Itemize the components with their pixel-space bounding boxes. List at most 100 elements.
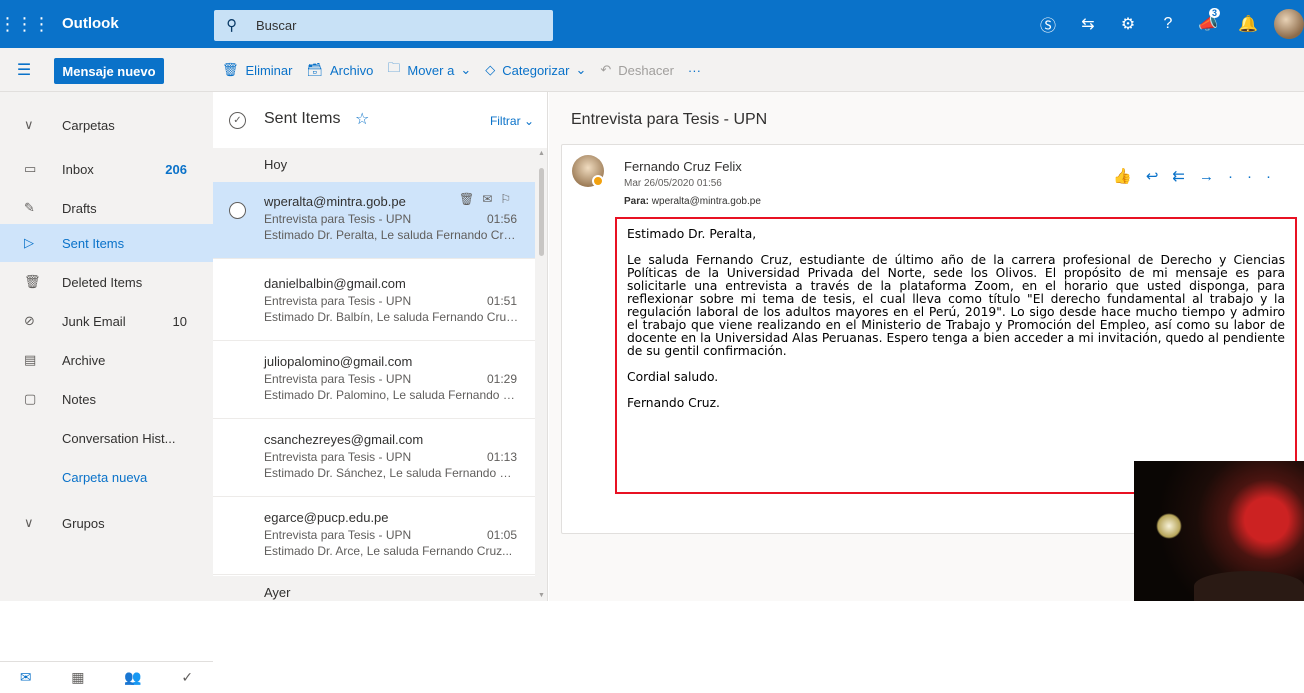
recipient-line: Para: wperalta@mintra.gob.pe [624,196,761,207]
group-header-today[interactable]: Hoy [213,148,535,182]
sidebar-item-drafts[interactable]: ✎ Drafts [0,189,213,227]
notification-badge: 3 [1208,8,1220,18]
sidebar-item-label: Notes [62,391,96,407]
reply-icon[interactable]: ↩ [1146,168,1173,185]
teams-icon[interactable]: ⇆ [1068,0,1108,48]
folder-title: Sent Items [264,110,341,127]
sidebar-item-sent[interactable]: ▷ Sent Items [0,224,213,262]
message-sender: csanchezreyes@gmail.com [264,432,424,447]
categorize-button[interactable]: ◇ Categorizar ⌄ [485,62,586,78]
message-sender: danielbalbin@gmail.com [264,276,406,291]
group-header-yesterday[interactable]: Ayer [213,576,535,601]
reply-all-icon[interactable]: ⇇ [1172,168,1199,185]
chevron-down-icon: ∨ [24,515,34,530]
people-icon[interactable]: 👥 [124,669,141,686]
message-subject: Entrevista para Tesis - UPN [264,528,412,542]
more-icon[interactable]: ··· [1228,168,1285,185]
message-subject: Entrevista para Tesis - UPN [264,450,412,464]
chevron-down-icon: ∨ [24,117,34,132]
message-sender: juliopalomino@gmail.com [264,354,413,369]
help-icon[interactable]: ? [1148,0,1188,48]
email-subject: Entrevista para Tesis - UPN [571,111,768,128]
webcam-overlay [1134,461,1304,601]
tag-icon: ◇ [485,62,496,77]
sidebar-item-label: Drafts [62,200,97,216]
mail-icon[interactable]: ✉ [20,669,32,686]
filter-button[interactable]: Filtrar ⌄ [490,114,534,128]
inbox-icon: ▭ [24,161,37,176]
message-list: ✓ Sent Items ☆ Filtrar ⌄ Hoy wperalta@mi… [213,92,548,601]
move-label: Mover a [407,62,455,78]
module-switcher: ✉ ▦ 👥 ✓ [0,661,213,693]
recipient-address[interactable]: wperalta@mintra.gob.pe [652,196,761,207]
forward-icon[interactable]: → [1199,168,1228,185]
app-launcher-icon[interactable]: ⋮⋮⋮ [0,0,51,48]
message-sender: egarce@pucp.edu.pe [264,510,389,525]
body-signature: Fernando Cruz. [627,396,720,410]
trash-icon: 🗑 [24,274,41,289]
avatar[interactable] [1274,9,1304,39]
hover-actions[interactable]: 🗑✉⚐ [459,192,519,206]
search-input[interactable]: Buscar [256,18,296,33]
list-item[interactable]: juliopalomino@gmail.com Entrevista para … [213,342,535,419]
email-body: Estimado Dr. Peralta, Le saluda Fernando… [615,217,1297,494]
select-radio[interactable] [229,202,246,219]
list-item[interactable]: danielbalbin@gmail.com Entrevista para T… [213,264,535,341]
whats-new-icon[interactable]: 📣 3 [1188,0,1228,48]
bell-icon[interactable]: 🔔 [1228,0,1268,48]
new-message-button[interactable]: Mensaje nuevo [54,58,164,84]
sidebar-item-archive[interactable]: ▤ Archive [0,341,213,379]
calendar-icon[interactable]: ▦ [71,669,84,686]
hamburger-menu-icon[interactable]: ☰ [0,48,48,92]
sidebar-item-label: Inbox [62,161,94,177]
sidebar-item-notes[interactable]: ▢ Notes [0,380,213,418]
tasks-icon[interactable]: ✓ [181,669,193,686]
sidebar-item-label: Deleted Items [62,274,143,290]
sidebar-item-conversation-history[interactable]: Conversation Hist... [0,419,213,457]
favorite-star-icon[interactable]: ☆ [355,109,369,129]
sidebar-item-label: Sent Items [62,235,125,251]
archive-label: Archivo [330,62,374,78]
message-subject: Entrevista para Tesis - UPN [264,372,412,386]
message-time: 01:05 [486,528,517,542]
list-scrollbar[interactable]: ▲ ▼ [535,148,547,601]
webcam-light [1156,513,1182,539]
select-all-checkbox[interactable]: ✓ [229,112,246,129]
folders-header[interactable]: ∨ Carpetas [0,106,213,144]
new-folder-link[interactable]: Carpeta nueva [0,458,213,496]
move-button[interactable]: 🗀 Mover a ⌄ [387,59,471,81]
command-bar: ☰ Mensaje nuevo 🗑 Eliminar 🗃 Archivo 🗀 Move… [0,48,1304,92]
archive-button[interactable]: 🗃 Archivo [306,62,373,78]
sender-name[interactable]: Fernando Cruz Felix [624,159,742,174]
body-closing: Cordial saludo. [627,370,719,384]
sidebar-item-deleted[interactable]: 🗑 Deleted Items [0,263,213,301]
chevron-down-icon: ⌄ [460,62,472,77]
command-actions: 🗑 Eliminar 🗃 Archivo 🗀 Mover a ⌄ ◇ Categoriza… [222,48,715,92]
sidebar-item-inbox[interactable]: ▭ Inbox 206 [0,150,213,188]
list-item[interactable]: egarce@pucp.edu.pe Entrevista para Tesis… [213,498,535,575]
skype-icon[interactable]: Ⓢ [1028,0,1068,48]
like-icon[interactable]: 👍 [1113,168,1146,185]
groups-header[interactable]: ∨ Grupos [0,504,213,542]
settings-icon[interactable]: ⚙ [1108,0,1148,48]
list-item[interactable]: csanchezreyes@gmail.com Entrevista para … [213,420,535,497]
message-actions: 👍↩⇇→··· [1113,167,1285,185]
send-icon: ▷ [24,235,34,250]
blocked-icon: ⊘ [24,313,35,328]
message-subject: Entrevista para Tesis - UPN [264,294,412,308]
app-name[interactable]: Outlook [62,0,119,48]
search-box[interactable]: ⚲ Buscar [214,10,553,41]
scroll-down-icon[interactable]: ▼ [538,592,545,599]
scroll-up-icon[interactable]: ▲ [538,150,545,157]
body-greeting: Estimado Dr. Peralta, [627,227,757,241]
list-header: ✓ Sent Items ☆ Filtrar ⌄ [213,92,547,148]
delete-button[interactable]: 🗑 Eliminar [222,62,292,78]
scroll-thumb[interactable] [539,168,544,256]
undo-button[interactable]: ↶ Deshacer [600,62,674,78]
more-actions-button[interactable]: ··· [688,63,701,78]
message-preview: Estimado Dr. Sánchez, Le saluda Fernando… [264,466,519,480]
list-item[interactable]: wperalta@mintra.gob.pe 🗑✉⚐ Entrevista pa… [213,182,535,259]
sidebar-item-label: Archive [62,352,106,368]
sidebar-item-label: Junk Email [62,313,126,329]
sidebar-item-junk[interactable]: ⊘ Junk Email 10 [0,302,213,340]
